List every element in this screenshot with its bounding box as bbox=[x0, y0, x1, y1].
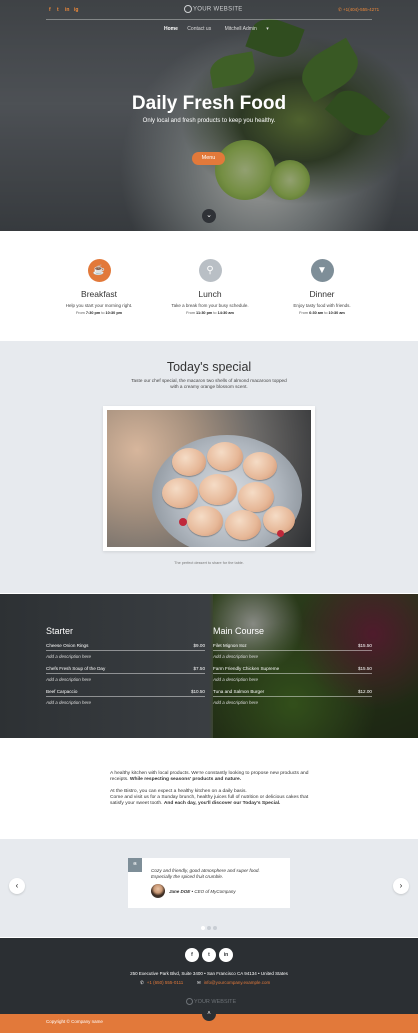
meal-title: Breakfast bbox=[81, 289, 117, 299]
menu-item-row: Farm Friendly Chicken Supreme $15.50 bbox=[213, 666, 372, 674]
menu-item-row: Cheese Onion Rings $9.00 bbox=[46, 643, 205, 651]
meal-desc: Help you start your morning right. bbox=[65, 303, 133, 308]
meal-hours: From 7:30 pm to 10:30 pm bbox=[75, 311, 123, 315]
menu-item-row: Beef Carpaccio $10.50 bbox=[46, 689, 205, 697]
starter-list: Cheese Onion Rings $9.00 Add a descriptio… bbox=[46, 643, 205, 705]
item-price: $10.50 bbox=[190, 689, 205, 694]
about-paragraph: At the Bistro, you can expect a healthy … bbox=[110, 788, 309, 807]
top-phone-text: +1(404)-555-4271 bbox=[343, 7, 380, 12]
item-desc: Add a description here bbox=[213, 654, 259, 659]
meal-desc: Enjoy tasty food with friends. bbox=[293, 303, 351, 308]
item-desc: Add a description here bbox=[46, 654, 92, 659]
chevron-down-icon: ▾ bbox=[266, 26, 269, 32]
special-title: Today's special bbox=[166, 360, 252, 374]
site-logo-text: YOUR WEBSITE bbox=[193, 6, 243, 13]
item-desc: Add a description here bbox=[46, 700, 92, 705]
site-logo[interactable]: YOUR WEBSITE bbox=[184, 5, 243, 13]
carousel-dot[interactable] bbox=[213, 926, 217, 930]
carousel-dot[interactable] bbox=[201, 926, 205, 930]
about-paragraph: A healthy kitchen with local products. W… bbox=[110, 771, 309, 783]
footer-logo[interactable]: YOUR WEBSITE bbox=[186, 998, 236, 1005]
menu-button[interactable]: Menu bbox=[192, 152, 225, 165]
meal-lunch: ⚲ Lunch Take a break from your busy sche… bbox=[160, 259, 260, 315]
carousel-dot[interactable] bbox=[207, 926, 211, 930]
item-price: $9.00 bbox=[193, 643, 206, 648]
testimonial-author: Jane DOE • CEO of MyCompany bbox=[169, 889, 236, 894]
carousel-next-icon[interactable]: › bbox=[393, 878, 409, 894]
envelope-icon: ✉ bbox=[197, 980, 201, 985]
globe-icon bbox=[186, 998, 193, 1005]
nav-user-name: Mitchell Admin bbox=[224, 26, 257, 32]
menu-item-row: Filet Mignon 8oz $15.50 bbox=[213, 643, 372, 651]
facebook-icon[interactable]: f bbox=[185, 948, 199, 962]
item-name: Farm Friendly Chicken Supreme bbox=[213, 666, 280, 671]
item-desc: Add a description here bbox=[213, 700, 259, 705]
quote-icon: “ bbox=[128, 858, 142, 872]
coffee-icon: ☕ bbox=[87, 259, 111, 282]
linkedin-icon[interactable]: in bbox=[219, 948, 233, 962]
globe-icon bbox=[184, 5, 192, 13]
item-name: Chefs Fresh Soup of the Day bbox=[46, 666, 106, 671]
item-name: Beef Carpaccio bbox=[46, 689, 78, 694]
copyright-text: Copyright © Company name bbox=[46, 1019, 103, 1024]
meal-breakfast: ☕ Breakfast Help you start your morning … bbox=[49, 259, 149, 315]
scroll-down-icon[interactable]: ⌄ bbox=[202, 209, 216, 223]
carousel-prev-icon[interactable]: ‹ bbox=[9, 878, 25, 894]
starter-title: Starter bbox=[46, 626, 74, 636]
item-price: $15.50 bbox=[357, 666, 372, 671]
footer-email[interactable]: ✉ info@yourcompany.example.com bbox=[197, 980, 270, 986]
hero-title: Daily Fresh Food bbox=[131, 93, 287, 114]
phone-icon: ✆ bbox=[140, 980, 144, 985]
cocktail-icon: ▼ bbox=[310, 259, 334, 282]
about-text: A healthy kitchen with local products. W… bbox=[110, 771, 314, 812]
item-price: $7.50 bbox=[193, 666, 206, 671]
meal-hours: From 6:30 am to 10:30 am bbox=[299, 311, 345, 315]
linkedin-icon[interactable]: in bbox=[65, 7, 69, 13]
meal-desc: Take a break from your busy schedule. bbox=[171, 303, 249, 308]
main-course-list: Filet Mignon 8oz $15.50 Add a description… bbox=[213, 643, 372, 705]
back-to-top-icon[interactable]: ˄ bbox=[202, 1007, 216, 1021]
testimonial-card bbox=[128, 858, 290, 908]
menu-item-row: Tuna and Salmon Burger $12.00 bbox=[213, 689, 372, 697]
footer-logo-text: YOUR WEBSITE bbox=[194, 998, 237, 1005]
twitter-icon[interactable]: t bbox=[57, 7, 59, 13]
item-name: Tuna and Salmon Burger bbox=[213, 689, 265, 694]
testimonial-quote: Cozy and friendly, good atmosphere and s… bbox=[151, 868, 260, 879]
special-desc: Taste our chef special, the macaron two … bbox=[131, 378, 287, 389]
main-nav: Home Contact us Mitchell Admin ▾ bbox=[164, 26, 285, 32]
footer-phone[interactable]: ✆ +1 (650) 555-0111 bbox=[140, 980, 183, 986]
nav-user-menu[interactable]: Mitchell Admin ▾ bbox=[225, 26, 277, 32]
item-name: Cheese Onion Rings bbox=[46, 643, 89, 648]
facebook-icon[interactable]: f bbox=[49, 7, 51, 13]
footer-address: 250 Executive Park Blvd, Suite 3400 • Sa… bbox=[130, 971, 288, 976]
instagram-icon[interactable]: ig bbox=[74, 7, 78, 13]
nav-home[interactable]: Home bbox=[164, 26, 178, 32]
macaron-image bbox=[107, 410, 311, 547]
hero-banner bbox=[0, 0, 418, 231]
item-desc: Add a description here bbox=[213, 677, 259, 682]
item-name: Filet Mignon 8oz bbox=[213, 643, 247, 648]
item-desc: Add a description here bbox=[46, 677, 92, 682]
nav-contact[interactable]: Contact us bbox=[187, 26, 211, 32]
hero-overlay bbox=[0, 0, 418, 231]
hero-subtitle: Only local and fresh products to keep yo… bbox=[142, 118, 276, 124]
item-price: $15.50 bbox=[357, 643, 372, 648]
menu-item-row: Chefs Fresh Soup of the Day $7.50 bbox=[46, 666, 205, 674]
meal-title: Dinner bbox=[309, 289, 335, 299]
cutlery-icon: ⚲ bbox=[198, 259, 222, 282]
meal-dinner: ▼ Dinner Enjoy tasty food with friends. … bbox=[272, 259, 372, 315]
main-course-title: Main Course bbox=[213, 626, 265, 636]
special-photo bbox=[103, 406, 315, 551]
photo-caption: The perfect dessert to share for the tab… bbox=[174, 561, 244, 565]
meal-hours: From 11:30 pm to 14:30 am bbox=[186, 311, 234, 315]
avatar bbox=[151, 884, 165, 898]
top-phone[interactable]: ✆ +1(404)-555-4271 bbox=[338, 7, 379, 13]
item-price: $12.00 bbox=[357, 689, 372, 694]
twitter-icon[interactable]: t bbox=[202, 948, 216, 962]
meal-title: Lunch bbox=[198, 289, 222, 299]
